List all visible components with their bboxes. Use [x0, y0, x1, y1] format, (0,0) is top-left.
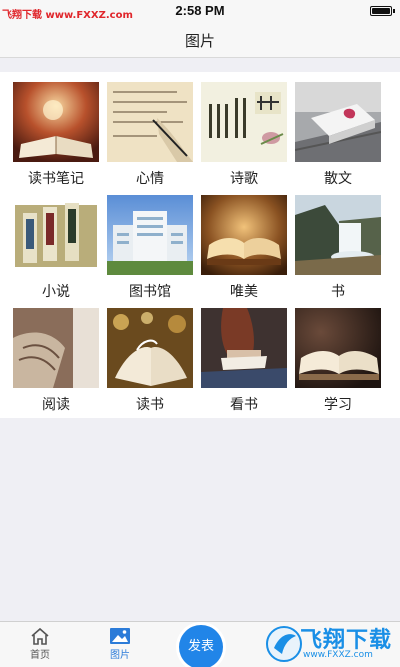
tab-home[interactable]: 首页 — [0, 622, 80, 667]
category-label: 图书馆 — [129, 284, 171, 300]
library-building-image — [107, 195, 193, 275]
tab-label: 图片 — [110, 650, 130, 661]
category-tile[interactable]: 读书 — [107, 308, 193, 414]
category-label: 小说 — [42, 284, 70, 300]
book-on-bench-image — [295, 82, 381, 162]
category-tile[interactable]: 学习 — [295, 308, 381, 414]
home-icon — [31, 627, 49, 645]
reading-pages-image — [13, 308, 99, 388]
category-label: 唯美 — [230, 284, 258, 300]
category-tile[interactable]: 图书馆 — [107, 195, 193, 301]
battery-icon — [370, 6, 392, 16]
category-tile[interactable]: 读书笔记 — [13, 82, 99, 188]
nav-bar: 图片 — [0, 22, 400, 58]
handwriting-note-image — [107, 82, 193, 162]
app-screen: 2:58 PM 飞翔下载 www.FXXZ.com 图片 读书笔记 心情 诗歌 … — [0, 0, 400, 667]
publish-button[interactable]: 发表 — [179, 625, 223, 667]
category-tile[interactable]: 书 — [295, 195, 381, 301]
category-label: 阅读 — [42, 397, 70, 413]
category-label: 学习 — [324, 397, 352, 413]
page-title: 图片 — [184, 32, 215, 50]
category-tile[interactable]: 心情 — [107, 82, 193, 188]
category-tile[interactable]: 散文 — [295, 82, 381, 188]
category-label: 心情 — [136, 171, 164, 187]
logo-icon — [266, 626, 302, 662]
category-label: 散文 — [324, 171, 352, 187]
category-tile[interactable]: 唯美 — [201, 195, 287, 301]
girl-reading-image — [201, 308, 287, 388]
waterfall-image — [295, 195, 381, 275]
tab-label: 首页 — [30, 650, 50, 661]
category-label: 诗歌 — [230, 171, 258, 187]
category-grid: 读书笔记 心情 诗歌 散文 小说 图书馆 唯美 书 阅读 读书 看书 学习 — [0, 72, 400, 418]
category-tile[interactable]: 阅读 — [13, 308, 99, 414]
logo-url: www.FXXZ.com — [303, 650, 373, 660]
battery-cap — [393, 9, 395, 13]
category-label: 看书 — [230, 397, 258, 413]
battery-fill — [372, 8, 390, 14]
category-label: 读书笔记 — [28, 171, 84, 187]
open-book-glow-image — [13, 82, 99, 162]
dark-open-book-image — [295, 308, 381, 388]
poem-scroll-image — [201, 82, 287, 162]
category-label: 读书 — [136, 397, 164, 413]
category-tile[interactable]: 诗歌 — [201, 82, 287, 188]
watermark-text: 飞翔下载 www.FXXZ.com — [2, 10, 133, 21]
warm-open-book-image — [201, 195, 287, 275]
category-tile[interactable]: 小说 — [13, 195, 99, 301]
tab-images[interactable]: 图片 — [80, 622, 160, 667]
bokeh-book-image — [107, 308, 193, 388]
category-tile[interactable]: 看书 — [201, 308, 287, 414]
image-icon — [110, 628, 130, 644]
ancient-scrolls-image — [13, 195, 99, 275]
category-label: 书 — [331, 284, 345, 300]
